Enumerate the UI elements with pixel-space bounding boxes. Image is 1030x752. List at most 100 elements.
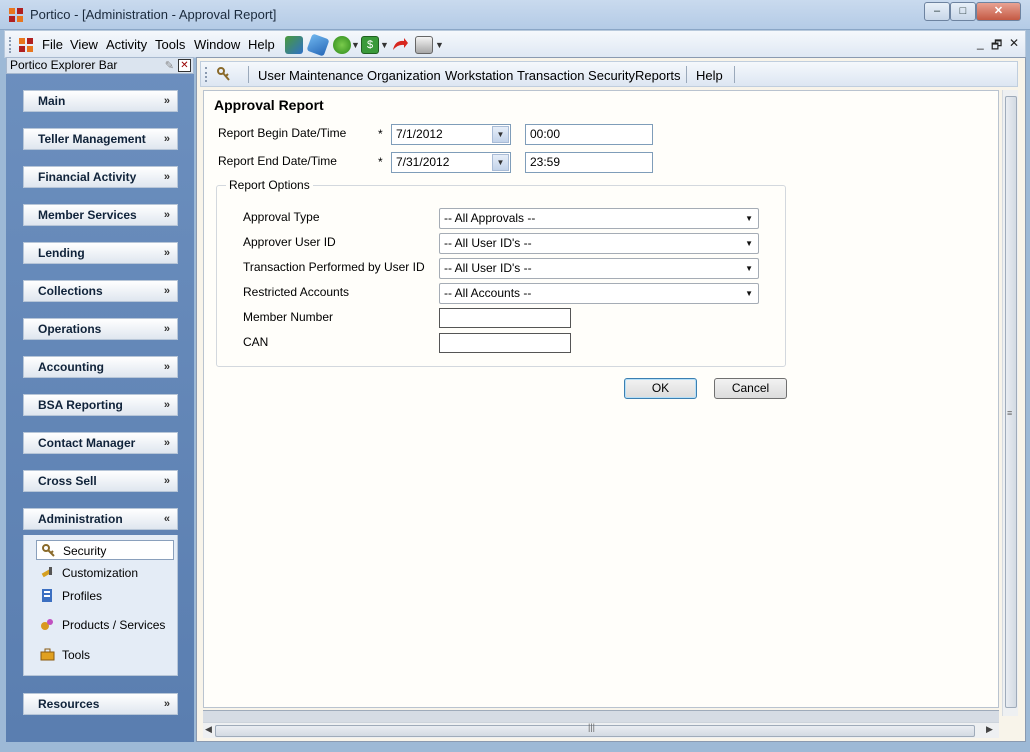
menu-user-maintenance[interactable]: User Maintenance — [258, 68, 364, 83]
redo-arrow-icon[interactable] — [391, 36, 409, 54]
window-title: Portico - [Administration - Approval Rep… — [30, 7, 277, 22]
admin-item-label: Customization — [62, 566, 139, 580]
admin-item-tools[interactable]: Tools — [36, 645, 174, 665]
menu-file[interactable]: File — [42, 37, 63, 52]
group-resources[interactable]: Resources » — [23, 693, 178, 715]
approver-user-id-select[interactable]: -- All User ID's -- ▼ — [439, 233, 759, 254]
keys-icon[interactable] — [216, 66, 232, 83]
menu-help[interactable]: Help — [248, 37, 275, 52]
group-label: Teller Management — [38, 132, 146, 146]
toolbar-grip[interactable] — [9, 37, 12, 53]
chevron-down-icon: » — [163, 247, 170, 259]
menu-window[interactable]: Window — [194, 37, 240, 52]
chevron-down-icon[interactable]: ▼ — [492, 126, 509, 143]
group-contact-manager[interactable]: Contact Manager » — [23, 432, 178, 454]
group-label: Lending — [38, 246, 85, 260]
group-label: Financial Activity — [38, 170, 137, 184]
group-label: Main — [38, 94, 66, 108]
restricted-accounts-value: -- All Accounts -- — [444, 286, 532, 300]
admin-item-label: Products / Services — [62, 618, 166, 632]
tag-icon[interactable] — [306, 33, 330, 57]
begin-date-picker[interactable]: 7/1/2012 ▼ — [391, 124, 511, 145]
group-member-services[interactable]: Member Services » — [23, 204, 178, 226]
pin-icon[interactable]: ✎ — [165, 59, 174, 74]
report-options-group: Report Options Approval Type -- All Appr… — [216, 178, 786, 367]
portico-menu-icon[interactable] — [18, 37, 34, 53]
chevron-down-icon: » — [163, 323, 170, 335]
approval-type-select[interactable]: -- All Approvals -- ▼ — [439, 208, 759, 229]
group-financial-activity[interactable]: Financial Activity » — [23, 166, 178, 188]
close-button[interactable]: ✕ — [976, 2, 1021, 21]
printer-icon[interactable] — [415, 36, 433, 54]
menu-view[interactable]: View — [70, 37, 98, 52]
switch-icon[interactable] — [285, 36, 303, 54]
end-time-field[interactable]: 23:59 — [525, 152, 653, 173]
chevron-down-icon: ▼ — [745, 239, 753, 248]
admin-item-profiles[interactable]: Profiles — [36, 586, 174, 606]
chevron-up-icon: « — [163, 513, 170, 525]
member-number-field[interactable] — [439, 308, 571, 328]
toolbar-grip[interactable] — [205, 67, 208, 82]
approval-type-label: Approval Type — [243, 210, 320, 224]
required-marker: * — [378, 127, 383, 141]
money-icon[interactable] — [333, 36, 351, 54]
group-accounting[interactable]: Accounting » — [23, 356, 178, 378]
can-field[interactable] — [439, 333, 571, 353]
menu-workstation[interactable]: Workstation — [445, 68, 513, 83]
menu-tools[interactable]: Tools — [155, 37, 185, 52]
end-date-value: 7/31/2012 — [396, 155, 450, 169]
performed-by-value: -- All User ID's -- — [444, 261, 532, 275]
scroll-right-icon[interactable]: ▶ — [986, 724, 993, 735]
group-teller-management[interactable]: Teller Management » — [23, 128, 178, 150]
mdi-restore-button[interactable]: 🗗 — [991, 36, 1002, 57]
group-operations[interactable]: Operations » — [23, 318, 178, 340]
ok-button[interactable]: OK — [624, 378, 697, 399]
explorer-close-button[interactable]: ✕ — [178, 59, 191, 72]
money-dropdown-icon[interactable]: ▼ — [351, 40, 360, 50]
performed-by-label: Transaction Performed by User ID — [243, 260, 425, 274]
group-lending[interactable]: Lending » — [23, 242, 178, 264]
dollar-bill-icon[interactable]: $ — [361, 36, 379, 54]
performed-by-select[interactable]: -- All User ID's -- ▼ — [439, 258, 759, 279]
explorer-bar: Portico Explorer Bar ✎ ✕ Main » Teller Ma… — [6, 57, 194, 742]
restricted-accounts-select[interactable]: -- All Accounts -- ▼ — [439, 283, 759, 304]
menu-activity[interactable]: Activity — [106, 37, 147, 52]
mdi-minimize-button[interactable]: _ — [977, 36, 984, 50]
group-administration[interactable]: Administration « — [23, 508, 178, 530]
explorer-header: Portico Explorer Bar ✎ ✕ — [6, 57, 194, 74]
begin-date-value: 7/1/2012 — [396, 127, 443, 141]
dollar-dropdown-icon[interactable]: ▼ — [380, 40, 389, 50]
administration-panel: Security Customization Profiles Products… — [23, 535, 178, 676]
menu-module-help[interactable]: Help — [696, 68, 723, 83]
group-label: BSA Reporting — [38, 398, 123, 412]
admin-item-label: Security — [63, 544, 107, 558]
scroll-left-icon[interactable]: ◀ — [205, 724, 212, 735]
admin-item-customization[interactable]: Customization — [36, 563, 174, 583]
admin-item-products-services[interactable]: Products / Services — [36, 615, 174, 635]
end-date-picker[interactable]: 7/31/2012 ▼ — [391, 152, 511, 173]
toolbox-icon — [40, 648, 55, 661]
chevron-down-icon: » — [163, 475, 170, 487]
printer-dropdown-icon[interactable]: ▼ — [435, 40, 444, 50]
maximize-button[interactable]: □ — [950, 2, 976, 21]
chevron-down-icon: ▼ — [745, 289, 753, 298]
mdi-close-button[interactable]: ✕ — [1009, 36, 1019, 50]
horizontal-scrollbar[interactable]: ◀ ||| ▶ — [203, 722, 999, 738]
chevron-down-icon: ▼ — [745, 214, 753, 223]
approver-user-id-label: Approver User ID — [243, 235, 336, 249]
begin-time-field[interactable]: 00:00 — [525, 124, 653, 145]
menu-organization[interactable]: Organization — [367, 68, 441, 83]
vertical-scrollbar[interactable]: ≡ — [1002, 90, 1018, 716]
minimize-button[interactable]: – — [924, 2, 950, 21]
menu-transaction-security[interactable]: Transaction Security — [517, 68, 635, 83]
group-bsa-reporting[interactable]: BSA Reporting » — [23, 394, 178, 416]
group-cross-sell[interactable]: Cross Sell » — [23, 470, 178, 492]
admin-item-security[interactable]: Security — [36, 540, 174, 560]
vertical-scroll-thumb[interactable] — [1005, 96, 1017, 708]
cancel-button[interactable]: Cancel — [714, 378, 787, 399]
group-collections[interactable]: Collections » — [23, 280, 178, 302]
menu-reports[interactable]: Reports — [635, 68, 681, 83]
group-main[interactable]: Main » — [23, 90, 178, 112]
chevron-down-icon[interactable]: ▼ — [492, 154, 509, 171]
required-marker: * — [378, 155, 383, 169]
